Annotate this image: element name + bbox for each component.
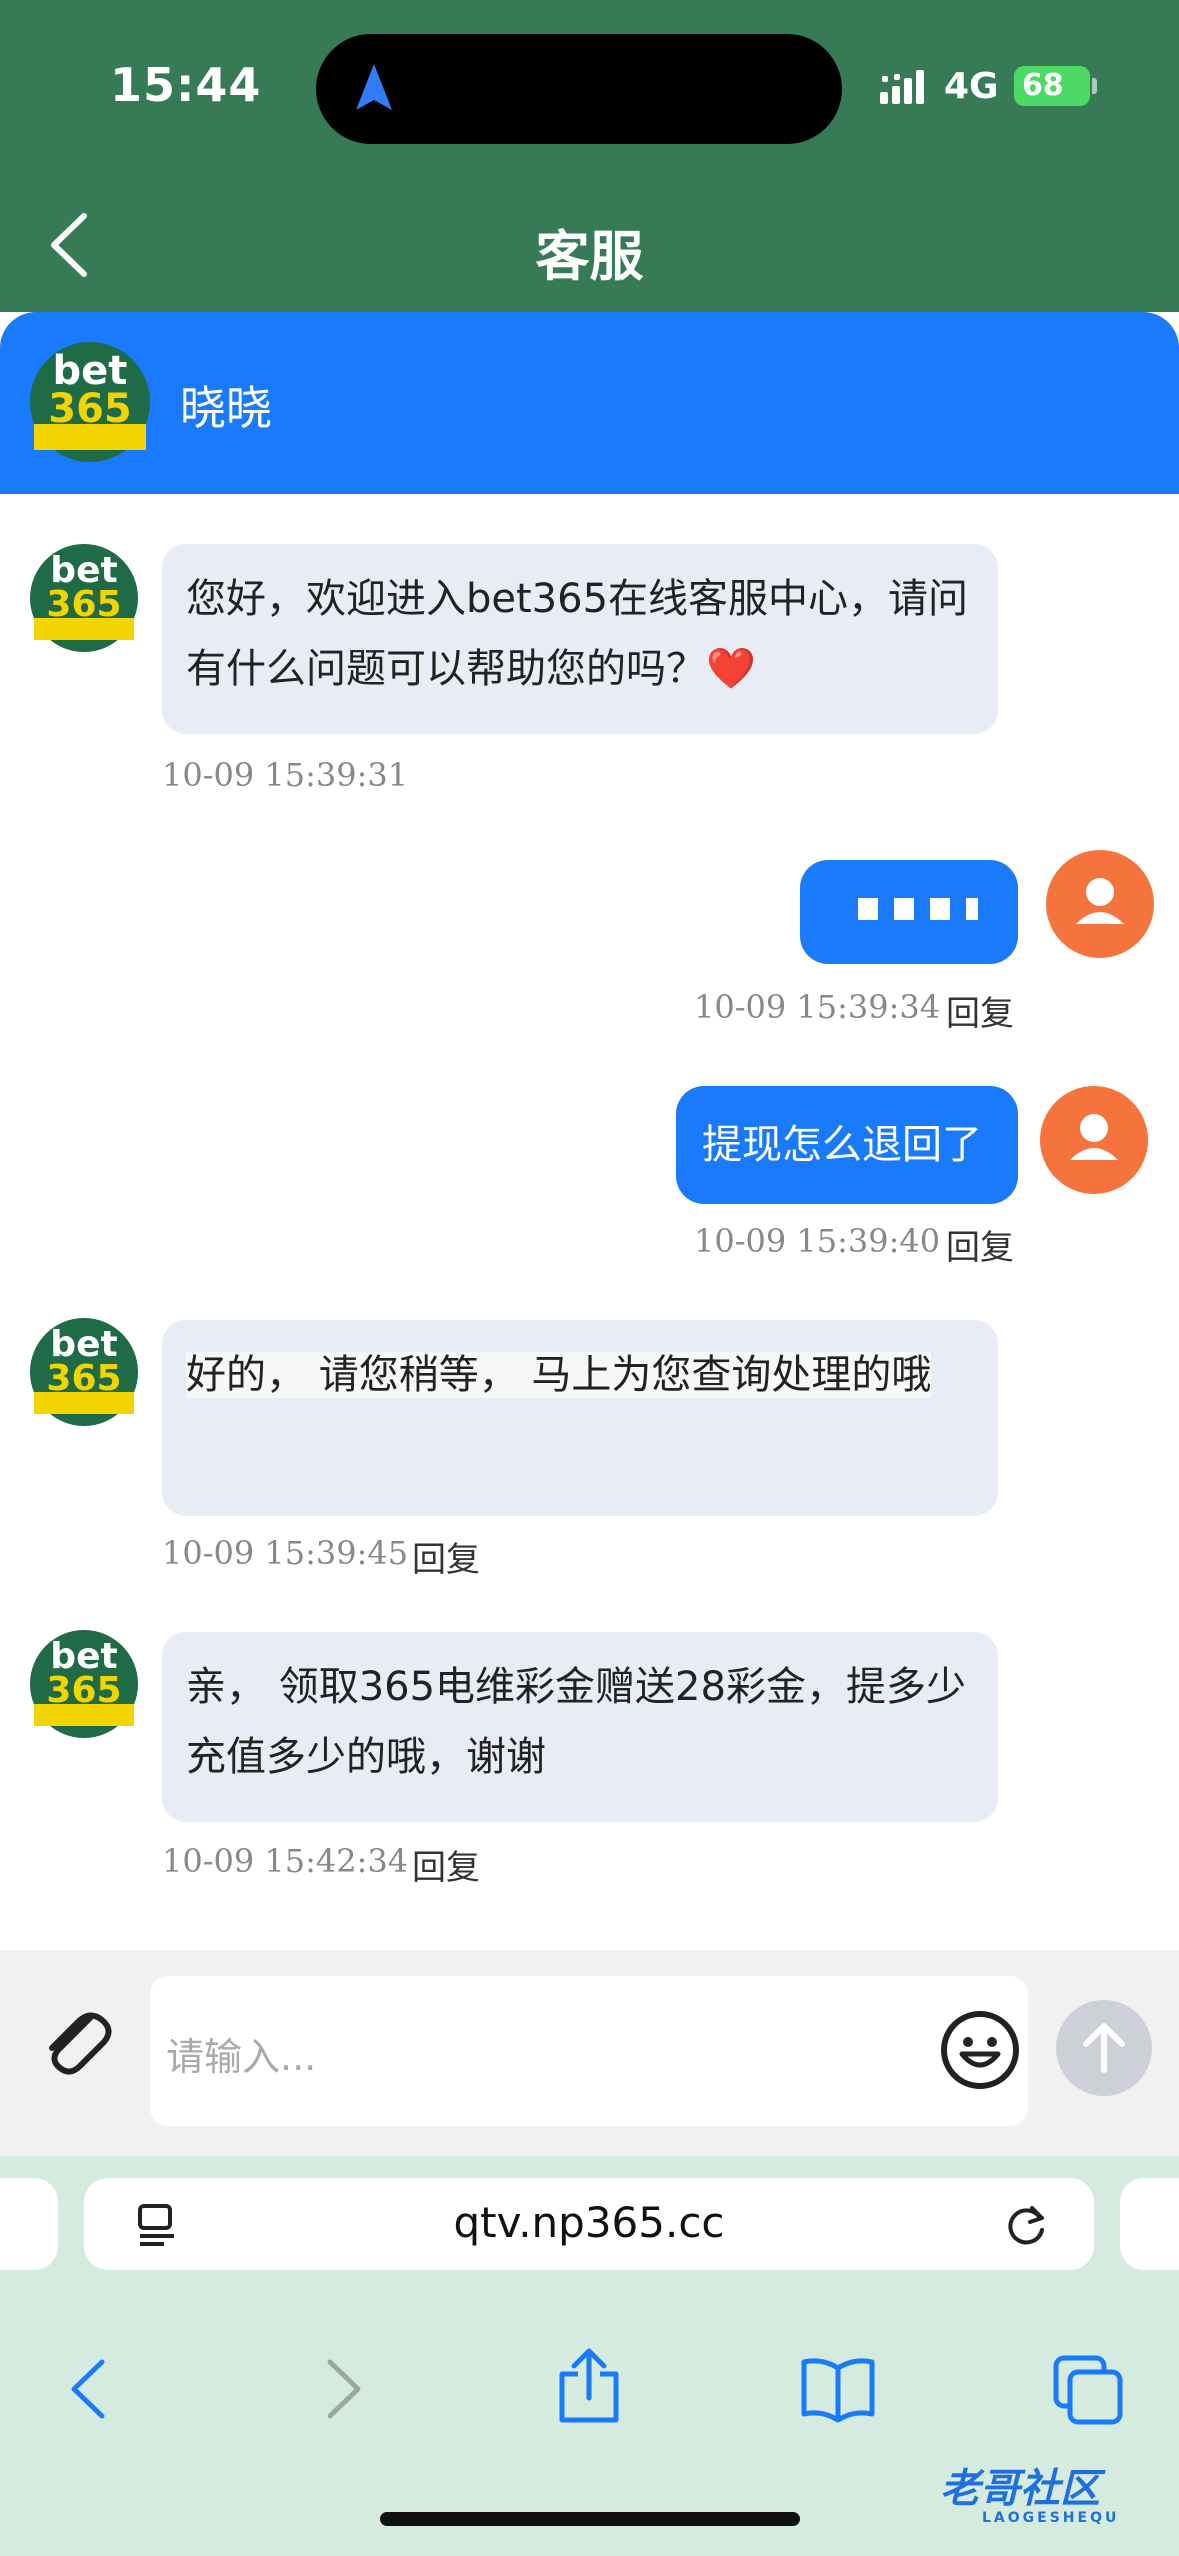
agent-avatar: bet 365 [30, 1630, 138, 1738]
agent-avatar: bet 365 [30, 1318, 138, 1426]
message-time: 10-09 15:39:40 [694, 1222, 941, 1260]
send-button[interactable] [1056, 2000, 1152, 2096]
person-icon [1076, 878, 1124, 924]
agent-header: bet 365 晓晓 [0, 312, 1179, 494]
agent-name: 晓晓 [180, 381, 272, 435]
reply-button[interactable]: 回复 [412, 1840, 480, 1889]
bet365-logo-avatar: bet 365 [30, 342, 150, 462]
browser-back-icon[interactable] [60, 2354, 120, 2424]
reply-button[interactable]: 回复 [946, 1220, 1014, 1269]
heart-emoji: ❤️ [706, 646, 756, 692]
status-time: 15:44 [110, 58, 262, 112]
message-time: 10-09 15:39:34 [694, 988, 941, 1026]
message-time: 10-09 15:42:34 [162, 1842, 409, 1880]
emoji-icon[interactable] [938, 2008, 1022, 2092]
tabs-overview-icon[interactable] [1052, 2354, 1124, 2426]
share-icon[interactable] [554, 2346, 624, 2426]
bookmarks-icon[interactable] [800, 2354, 876, 2424]
svg-text:365: 365 [48, 386, 132, 432]
signal-icon [880, 70, 924, 104]
svg-text:365: 365 [46, 1670, 121, 1711]
message-bubble-user: 提现怎么退回了 [676, 1086, 1018, 1204]
watermark-logo: 老哥社区 LAOGESHEQU [940, 2456, 1119, 2526]
send-arrow-icon [1083, 2023, 1125, 2073]
url-text: qtv.np365.cc [453, 2198, 725, 2247]
redacted-content [858, 898, 978, 920]
reply-button[interactable]: 回复 [412, 1532, 480, 1581]
message-input-placeholder: 请输入... [166, 2035, 317, 2079]
paperclip-icon[interactable] [34, 2000, 118, 2084]
battery-text: 68 [1022, 68, 1064, 103]
message-time: 10-09 15:39:31 [162, 756, 409, 794]
dynamic-island [316, 34, 842, 144]
home-indicator[interactable] [380, 2512, 800, 2526]
message-bubble-agent: 您好，欢迎进入bet365在线客服中心，请问有什么问题可以帮助您的吗？❤️ [162, 544, 998, 734]
previous-tab-edge[interactable] [0, 2178, 58, 2270]
user-avatar [1040, 1086, 1148, 1194]
page-title: 客服 [535, 225, 644, 288]
message-text: 好的， 请您稍等， 马上为您查询处理的哦 [186, 1352, 932, 1398]
browser-forward-icon[interactable] [312, 2354, 372, 2424]
battery-cap [1092, 78, 1097, 94]
agent-avatar: bet 365 [30, 544, 138, 652]
network-type: 4G [944, 66, 999, 107]
reply-button[interactable]: 回复 [946, 986, 1014, 1035]
chat-area[interactable]: bet 365 您好，欢迎进入bet365在线客服中心，请问有什么问题可以帮助您… [0, 494, 1179, 1950]
next-tab-edge[interactable] [1120, 2178, 1179, 2270]
battery-level: 68 [1014, 66, 1090, 106]
address-bar[interactable]: qtv.np365.cc [84, 2178, 1094, 2270]
message-text: 您好，欢迎进入bet365在线客服中心，请问有什么问题可以帮助您的吗？ [186, 576, 969, 692]
user-avatar [1046, 850, 1154, 958]
watermark-text: 老哥社区 [940, 2466, 1100, 2512]
message-input[interactable]: 请输入... [150, 1976, 1028, 2126]
svg-text:365: 365 [46, 1358, 121, 1399]
location-arrow-icon [356, 64, 392, 110]
svg-text:365: 365 [46, 584, 121, 625]
message-bubble-user [800, 860, 1018, 964]
message-bubble-agent: 亲， 领取365电维彩金赠送28彩金，提多少充值多少的哦，谢谢 [162, 1632, 998, 1822]
person-icon [1070, 1114, 1118, 1160]
message-composer: 请输入... [0, 1950, 1179, 2156]
reload-icon[interactable] [1002, 2200, 1052, 2250]
message-bubble-agent: 好的， 请您稍等， 马上为您查询处理的哦 [162, 1320, 998, 1516]
watermark-subtext: LAOGESHEQU [982, 2510, 1120, 2526]
message-time: 10-09 15:39:45 [162, 1534, 409, 1572]
top-bar: 15:44 4G 68 客服 [0, 0, 1179, 312]
